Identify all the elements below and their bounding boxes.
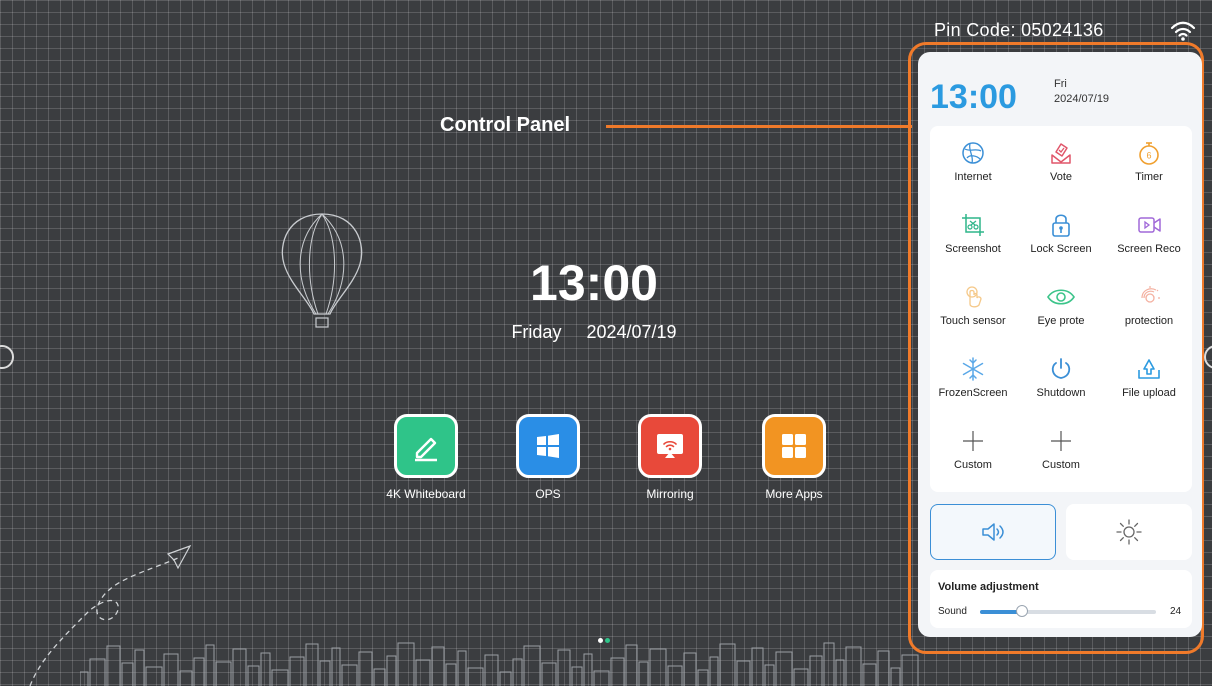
quick-item-eye-protection[interactable]: Eye prote: [1018, 284, 1104, 327]
page-dot[interactable]: [598, 638, 603, 643]
panel-clock-weekday: Fri: [1054, 78, 1067, 90]
quick-item-light-sensor[interactable]: protection: [1106, 284, 1192, 327]
snowflake-icon: [962, 357, 984, 381]
svg-text:6: 6: [1146, 151, 1151, 161]
quick-item-screen-recording[interactable]: Screen Reco: [1106, 212, 1192, 255]
speaker-icon: [982, 523, 1004, 541]
quick-item-shutdown[interactable]: Shutdown: [1018, 356, 1104, 399]
video-icon: [1138, 217, 1161, 233]
quick-item-label: Shutdown: [1036, 387, 1086, 399]
touch-icon: [966, 286, 982, 308]
app-ops[interactable]: OPS: [502, 414, 594, 501]
quick-item-lock-screen[interactable]: Lock Screen: [1018, 212, 1104, 255]
brightness-button[interactable]: [1066, 504, 1192, 560]
quick-item-label: Timer: [1135, 171, 1163, 183]
quick-item-label: Screenshot: [945, 243, 1001, 255]
app-mirroring[interactable]: Mirroring: [624, 414, 716, 501]
home-clock-day: 2024/07/19: [586, 322, 677, 342]
volume-title: Volume adjustment: [938, 581, 1039, 593]
quick-item-screenshot[interactable]: Screenshot: [930, 212, 1016, 255]
pin-code-label: Pin Code:: [934, 20, 1016, 40]
eye-icon: [1047, 289, 1075, 305]
status-bar: Pin Code: 05024136: [0, 0, 1212, 41]
quick-item-label: Vote: [1049, 171, 1073, 183]
mirroring-icon: [657, 434, 683, 458]
scissors-icon: [962, 214, 984, 236]
left-edge-handle[interactable]: [0, 345, 14, 369]
volume-sound-label: Sound: [938, 606, 967, 617]
page-indicator: [598, 630, 612, 648]
callout-line: [606, 125, 912, 128]
app-tile[interactable]: [394, 414, 458, 478]
light-sensor-icon: [1141, 286, 1160, 303]
quick-item-label: Internet: [954, 171, 992, 183]
home-screen: Pin Code: 05024136 Control Panel 13:00 F…: [0, 0, 1212, 686]
skyline-illustration: [80, 642, 919, 686]
volume-adjustment-card: Volume adjustment Sound 24: [930, 570, 1192, 628]
quick-item-custom-2[interactable]: Custom: [1018, 428, 1104, 471]
quick-item-label: Lock Screen: [1030, 243, 1092, 255]
app-label: More Apps: [765, 487, 823, 501]
upload-icon: [1138, 359, 1160, 379]
pin-code-value: 05024136: [1021, 20, 1104, 40]
plus-icon: [963, 431, 983, 451]
app-4k-whiteboard[interactable]: 4K Whiteboard: [380, 414, 472, 501]
app-label: OPS: [535, 487, 561, 501]
volume-slider[interactable]: [980, 605, 1156, 617]
control-panel-callout: Control Panel: [440, 114, 571, 136]
stopwatch-icon: 6: [1139, 142, 1159, 165]
app-more-apps[interactable]: More Apps: [748, 414, 840, 501]
quick-item-timer[interactable]: 6 Timer: [1106, 140, 1192, 183]
quick-item-label: Touch sensor: [940, 315, 1006, 327]
pin-code: Pin Code: 05024136: [934, 20, 1104, 41]
home-clock-weekday: Friday: [511, 322, 562, 342]
vote-icon: [1051, 143, 1071, 164]
pencil-icon: [415, 437, 437, 462]
page-dot-active[interactable]: [605, 638, 610, 643]
quick-item-frozen-screen[interactable]: FrozenScreen: [930, 356, 1016, 399]
quick-item-vote[interactable]: Vote: [1018, 140, 1104, 183]
quick-item-custom-1[interactable]: Custom: [930, 428, 1016, 471]
plus-icon: [1051, 431, 1071, 451]
quick-item-label: Eye prote: [1037, 315, 1085, 327]
quick-item-label: FrozenScreen: [938, 387, 1008, 399]
volume-button[interactable]: [930, 504, 1056, 560]
power-icon: [1051, 358, 1071, 379]
grid-icon: [782, 434, 806, 458]
wifi-icon: [1170, 21, 1196, 41]
app-label: Mirroring: [646, 487, 694, 501]
quick-item-internet[interactable]: Internet: [930, 140, 1016, 183]
sun-icon: [1116, 519, 1142, 545]
app-tile[interactable]: [762, 414, 826, 478]
quick-item-label: Custom: [954, 459, 992, 471]
panel-clock-date: 2024/07/19: [1054, 93, 1110, 105]
app-tile[interactable]: [638, 414, 702, 478]
quick-item-label: protection: [1124, 315, 1174, 327]
right-edge-handle[interactable]: [1204, 345, 1212, 369]
volume-value: 24: [1170, 606, 1182, 617]
quick-item-touch-sensor[interactable]: Touch sensor: [930, 284, 1016, 327]
quick-item-label: Custom: [1042, 459, 1080, 471]
quick-settings-grid: Internet Vote 6 Timer Screenshot Lock Sc…: [930, 126, 1192, 492]
globe-icon: [962, 142, 984, 164]
panel-clock-time: 13:00: [930, 78, 1017, 116]
quick-item-label: File upload: [1122, 387, 1176, 399]
windows-icon: [537, 434, 559, 458]
control-panel: 13:00 Fri 2024/07/19 Internet Vote 6 Tim…: [918, 52, 1202, 637]
quick-item-label: Screen Reco: [1117, 243, 1181, 255]
quick-item-file-upload[interactable]: File upload: [1106, 356, 1192, 399]
app-label: 4K Whiteboard: [386, 487, 466, 501]
app-tile[interactable]: [516, 414, 580, 478]
volume-slider-knob[interactable]: [1016, 605, 1028, 617]
lock-icon: [1052, 214, 1070, 237]
